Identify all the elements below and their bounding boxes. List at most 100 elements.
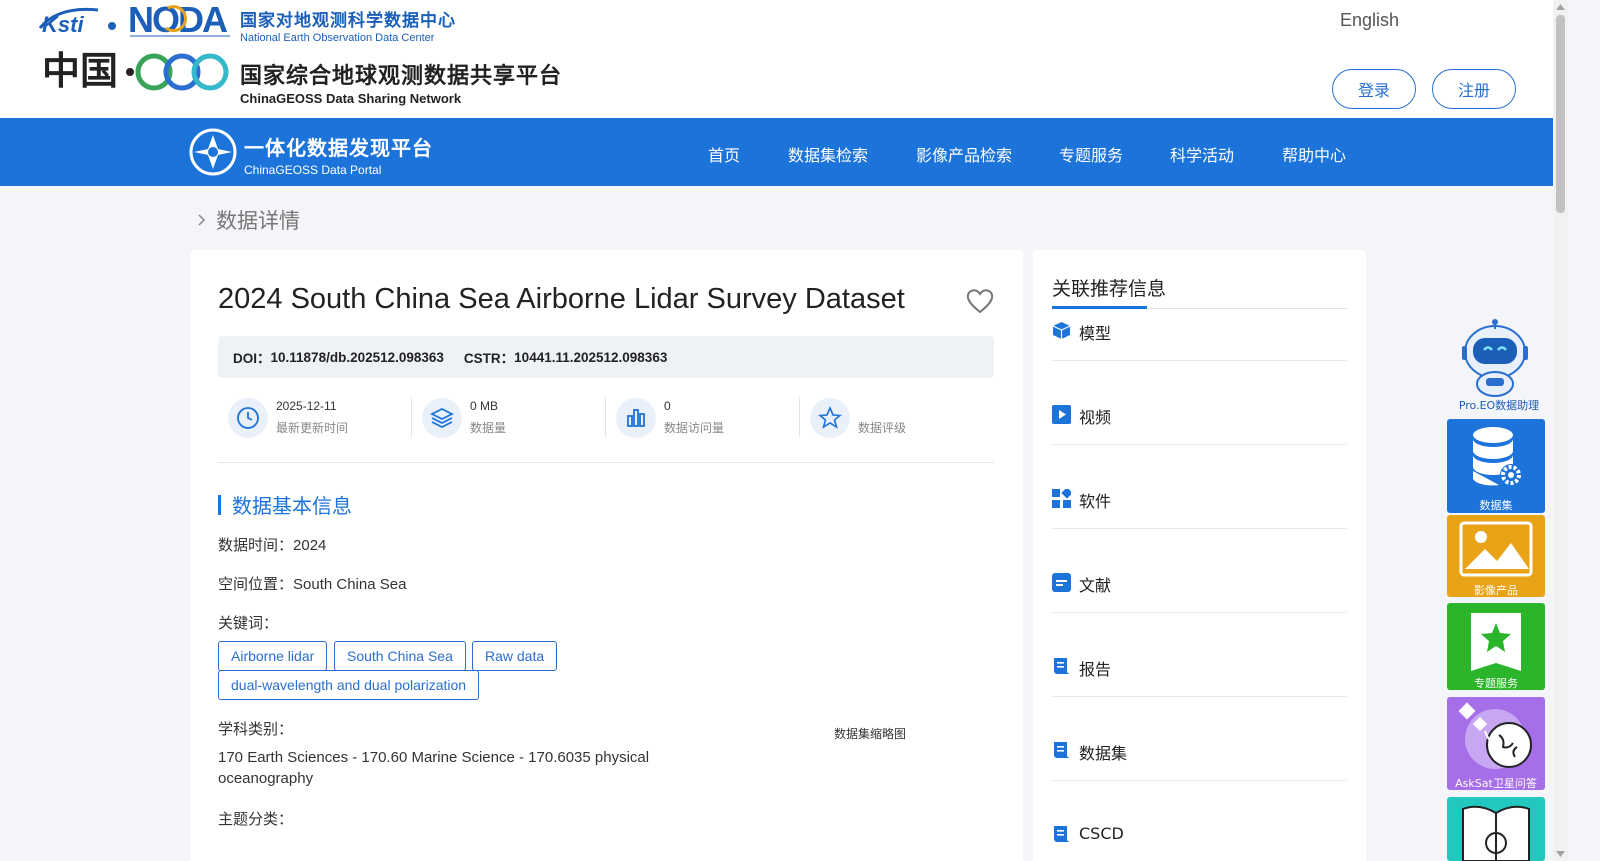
cube-icon [1052,322,1071,339]
dataset-detail-card: 2024 South China Sea Airborne Lidar Surv… [190,250,1023,861]
doi-value[interactable]: 10.11878/db.202512.098363 [271,350,444,365]
noda-name: 国家对地观测科学数据中心 National Earth Observation … [240,6,456,44]
float-book-button[interactable] [1447,797,1545,861]
related-item-label: 数据集 [1079,744,1128,763]
keywords-field: 关键词： [218,612,278,633]
related-item-label: 视频 [1079,408,1112,427]
portal-name[interactable]: 一体化数据发现平台 ChinaGEOSS Data Portal [244,132,433,177]
section-basic-info: 数据基本信息 [218,490,352,519]
noda-logo-icon: NODA [128,0,230,38]
geo-name-cn: 国家综合地球观测数据共享平台 [240,63,563,88]
doi-cstr-box: DOI： 10.11878/db.202512.098363 CSTR： 104… [218,336,994,378]
nav-item-home[interactable]: 首页 [708,142,740,166]
related-tab-underline [1052,306,1347,309]
related-item-cscd[interactable]: CSCD [1052,815,1347,861]
geo-name: 国家综合地球观测数据共享平台 ChinaGEOSS Data Sharing N… [240,58,562,106]
svg-text:中国: 中国 [42,48,118,93]
stat-visits-label: 数据访问量 [664,421,725,435]
location-value: South China Sea [293,576,407,593]
geo-name-en: ChinaGEOSS Data Sharing Network [240,91,462,106]
scroll-down-icon[interactable] [1553,847,1568,861]
main-navbar: 一体化数据发现平台 ChinaGEOSS Data Portal 首页 数据集检… [0,118,1553,186]
section-accent-bar [218,494,221,515]
cstr-value[interactable]: 10441.11.202512.098363 [514,350,667,365]
stat-rating: 数据评级 [800,393,994,449]
keyword-tag[interactable]: Airborne lidar [218,641,328,671]
float-image-button[interactable]: 影像产品 [1447,515,1545,597]
related-item-reports[interactable]: 报告 [1052,647,1347,697]
image-icon [1459,521,1533,577]
dataset-stats: 2025-12-11 最新更新时间 0 MB 数据量 0 数据访问量 数据评级 [218,393,994,463]
breadcrumb: 数据详情 [196,205,300,235]
scroll-thumb[interactable] [1556,15,1565,213]
scroll-up-icon[interactable] [1553,0,1568,14]
login-button[interactable]: 登录 [1332,69,1416,109]
video-play-icon [1052,405,1071,424]
bar-chart-icon [616,398,656,438]
section-basic-info-title: 数据基本信息 [232,494,352,518]
stat-updated: 2025-12-11 最新更新时间 [218,393,412,449]
stat-updated-value: 2025-12-11 [276,399,337,413]
keyword-tag[interactable]: Raw data [472,641,558,671]
portal-name-cn: 一体化数据发现平台 [244,136,433,160]
robot-icon[interactable] [1456,318,1534,398]
china-geo-logo-icon: 中国 [42,48,229,93]
related-item-label: 软件 [1079,492,1112,511]
nav-item-science-activities[interactable]: 科学活动 [1170,142,1234,166]
cstr-label: CSTR： [463,351,515,366]
float-image-label: 影像产品 [1474,584,1518,597]
register-button[interactable]: 注册 [1432,69,1516,109]
keyword-tag[interactable]: dual-wavelength and dual polarization [218,670,480,700]
float-topic-label: 专题服务 [1474,677,1518,690]
data-time-field: 数据时间：2024 [218,534,326,555]
portal-logo-icon[interactable] [188,127,238,177]
stat-volume-value: 0 MB [470,399,499,413]
noda-name-cn: 国家对地观测科学数据中心 [240,11,456,30]
breadcrumb-current: 数据详情 [216,209,300,233]
report-icon [1054,658,1069,674]
noda-name-en: National Earth Observation Data Center [240,32,435,44]
nav-item-topic-services[interactable]: 专题服务 [1059,142,1123,166]
doi-label: DOI： [233,351,271,366]
related-item-literature[interactable]: 文献 [1052,563,1347,613]
related-item-videos[interactable]: 视频 [1052,395,1347,445]
svg-text:Ksti: Ksti [42,12,84,36]
database-gear-icon [1473,427,1522,486]
topic-label: 主题分类： [218,810,294,828]
topic-field: 主题分类： [218,808,293,829]
related-item-label: CSCD [1079,824,1124,843]
related-item-label: 模型 [1079,324,1112,343]
thumbnail-label: 数据集缩略图 [834,727,907,741]
layers-icon [422,398,462,438]
location-label: 空间位置： [218,575,294,593]
float-topic-button[interactable]: 专题服务 [1447,603,1545,690]
language-switch-link[interactable]: English [1340,10,1399,31]
float-dataset-button[interactable]: 数据集 [1447,419,1545,513]
report-icon [1054,826,1069,842]
page-scrollbar[interactable] [1553,0,1568,861]
nav-item-dataset-search[interactable]: 数据集检索 [788,142,868,166]
nav-item-help-center[interactable]: 帮助中心 [1282,142,1346,166]
related-item-label: 报告 [1079,660,1112,679]
portal-name-en: ChinaGEOSS Data Portal [244,163,382,177]
keyword-tag[interactable]: South China Sea [334,641,466,671]
chevron-right-icon [198,214,206,226]
subject-field: 学科类别： [218,718,293,739]
data-time-value: 2024 [293,537,327,554]
related-item-datasets[interactable]: 数据集 [1052,731,1347,781]
robot-assistant-label[interactable]: Pro.EO数据助理 [1447,397,1551,413]
related-title[interactable]: 关联推荐信息 [1052,274,1166,301]
float-asksat-label: AskSat卫星问答 [1455,777,1537,790]
stat-volume: 0 MB 数据量 [412,393,606,449]
stat-volume-label: 数据量 [470,421,507,435]
heart-icon[interactable] [966,288,994,314]
book-icon [1462,805,1530,861]
related-item-software[interactable]: 软件 [1052,479,1347,529]
apps-icon [1052,489,1071,508]
related-item-models[interactable]: 模型 [1052,311,1347,361]
report-icon [1054,742,1069,758]
stat-visits-value: 0 [664,399,671,413]
stat-visits: 0 数据访问量 [606,393,800,449]
float-asksat-button[interactable]: AskSat卫星问答 [1447,697,1545,790]
nav-item-image-search[interactable]: 影像产品检索 [916,142,1012,166]
